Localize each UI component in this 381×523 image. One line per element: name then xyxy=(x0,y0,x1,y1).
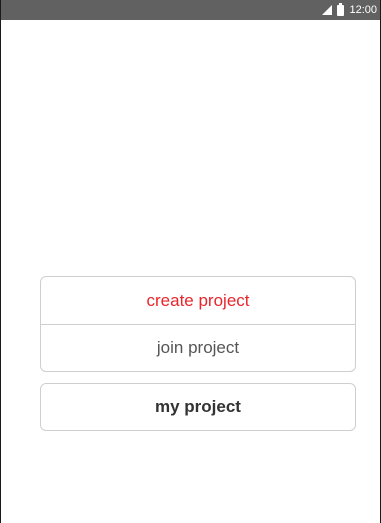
status-bar: 12:00 xyxy=(1,0,380,20)
status-time: 12:00 xyxy=(349,4,377,16)
project-button-group: create project join project xyxy=(40,276,356,372)
create-project-button[interactable]: create project xyxy=(41,277,355,325)
join-project-button[interactable]: join project xyxy=(41,325,355,371)
battery-icon xyxy=(337,2,345,16)
signal-icon xyxy=(322,5,333,15)
status-icons: 12:00 xyxy=(322,0,377,20)
my-project-button[interactable]: my project xyxy=(40,383,356,431)
app-screen: 12:00 create project join project my pro… xyxy=(0,0,381,523)
